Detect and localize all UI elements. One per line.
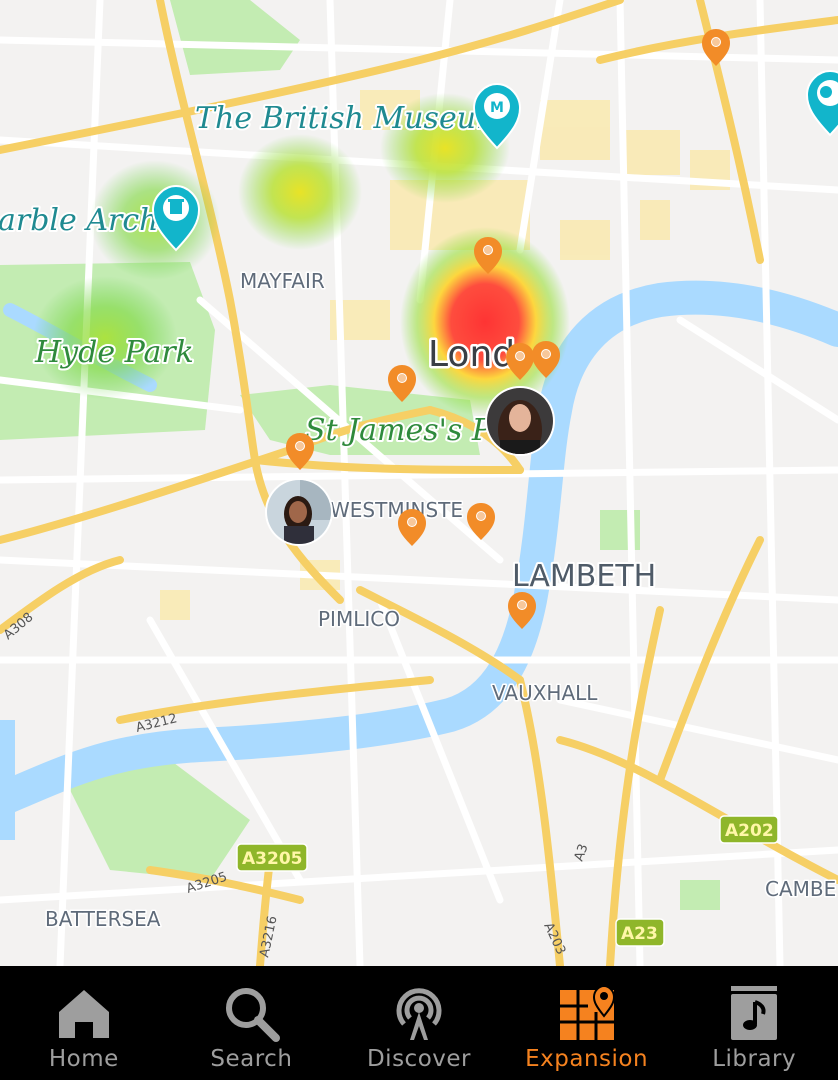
road-shield-a23: A23	[615, 918, 665, 947]
poi-label-british-museum[interactable]: The British Museum	[193, 99, 506, 138]
nav-label-library: Library	[712, 1046, 797, 1072]
nav-label-home: Home	[48, 1046, 119, 1072]
area-label-camberwell: CAMBE	[765, 877, 836, 901]
area-label-vauxhall: VAUXHALL	[492, 681, 598, 705]
nav-item-search[interactable]: Search	[168, 966, 336, 1080]
area-label-mayfair: MAYFAIR	[240, 269, 325, 293]
svg-text:A23: A23	[621, 924, 658, 944]
nav-item-library[interactable]: Library	[670, 966, 838, 1080]
map-view[interactable]: MAYFAIR WESTMINSTE LAMBETH PIMLICO VAUXH…	[0, 0, 838, 966]
user-avatar-marker[interactable]	[265, 478, 333, 546]
road-shield-a202: A202	[719, 815, 779, 844]
broadcast-icon	[388, 982, 450, 1044]
poi-label-marble-arch[interactable]: arble Arch	[0, 201, 160, 240]
nav-item-expansion[interactable]: Expansion	[503, 966, 671, 1080]
poi-label-london[interactable]: Lond	[426, 332, 518, 378]
area-label-lambeth: LAMBETH	[512, 559, 656, 594]
music-library-icon	[723, 982, 785, 1044]
area-label-westminster: WESTMINSTE	[330, 498, 463, 522]
svg-text:M: M	[490, 100, 504, 116]
poi-label-st-james-park[interactable]: St James's Pa	[303, 411, 511, 450]
bottom-navigation: Home Search Discover Expansion Library	[0, 966, 838, 1080]
svg-text:A202: A202	[725, 821, 774, 841]
nav-label-discover: Discover	[366, 1046, 471, 1072]
area-label-battersea: BATTERSEA	[45, 907, 161, 931]
poi-label-hyde-park[interactable]: Hyde Park	[32, 333, 196, 372]
area-label-pimlico: PIMLICO	[318, 607, 400, 631]
nav-label-expansion: Expansion	[525, 1046, 649, 1072]
search-icon	[220, 982, 282, 1044]
road-shield-a3205: A3205	[236, 843, 308, 872]
svg-text:A3205: A3205	[242, 849, 302, 869]
nav-item-discover[interactable]: Discover	[335, 966, 503, 1080]
home-icon	[53, 982, 115, 1044]
map-icon	[556, 982, 618, 1044]
nav-item-home[interactable]: Home	[0, 966, 168, 1080]
nav-label-search: Search	[210, 1046, 293, 1072]
